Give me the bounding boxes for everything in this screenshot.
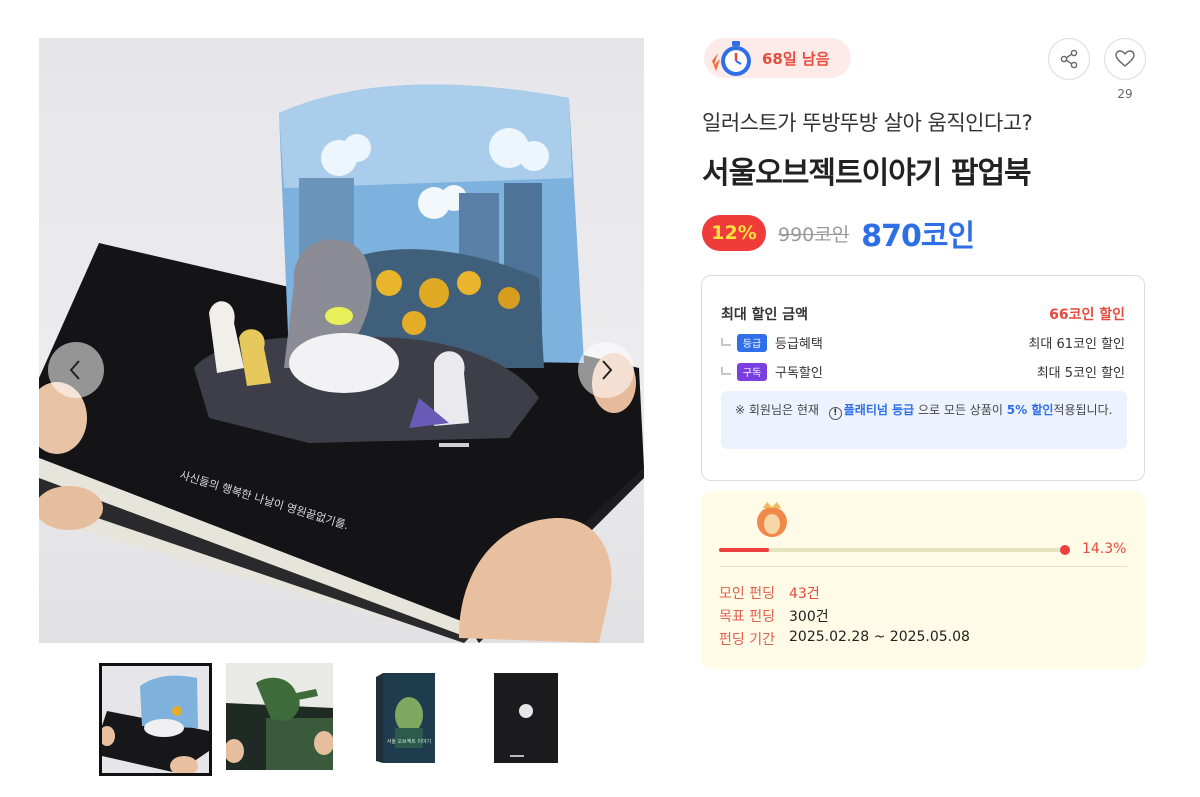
- prev-image-button[interactable]: [48, 342, 104, 398]
- funding-progress-track: [719, 548, 1067, 552]
- like-button[interactable]: [1104, 38, 1146, 80]
- like-count: 29: [1117, 87, 1133, 101]
- grade-discount-label: 등급혜택: [775, 337, 823, 352]
- grade-discount-value: 최대 61코인 할인: [1028, 337, 1125, 352]
- chevron-right-icon: [602, 360, 613, 380]
- membership-notice: ※ 회원님은 현재 ! 플래티넘 등급 으로 모든 상품이 5% 할인적용됩니다.: [721, 391, 1127, 449]
- funding-progress-fill: [719, 548, 769, 552]
- max-discount-label: 최대 할인 금액: [721, 307, 809, 323]
- notice-rate: 5% 할인: [1006, 403, 1054, 417]
- thumbnail-black-cover-image: [480, 663, 587, 770]
- goal-row: 목표 펀딩 300건: [719, 606, 829, 626]
- period-label: 펀딩 기간: [719, 632, 775, 648]
- funding-divider: [719, 566, 1127, 567]
- final-price: 870코인: [861, 219, 975, 254]
- funding-progress-percent: 14.3%: [1082, 541, 1127, 557]
- thumbnail-popup-book-image: [102, 666, 209, 773]
- grade-discount-row: 등급 등급혜택 최대 61코인 할인: [721, 333, 1125, 352]
- tree-corner-icon: [721, 366, 731, 375]
- share-button[interactable]: [1048, 38, 1090, 80]
- max-discount-value: 66코인 할인: [1049, 307, 1125, 323]
- raised-label: 모인 펀딩: [719, 586, 775, 602]
- period-value: 2025.02.28 ~ 2025.05.08: [789, 629, 970, 645]
- thumbnail-4[interactable]: [480, 663, 593, 776]
- subscription-discount-row: 구독 구독할인 최대 5코인 할인: [721, 362, 1125, 381]
- subscription-discount-label: 구독할인: [775, 366, 823, 381]
- deadline-label: 68일 남음: [762, 49, 830, 68]
- notice-suffix: 적용됩니다.: [1053, 403, 1113, 417]
- notice-grade: 플래티넘 등급: [843, 403, 915, 417]
- max-discount-row: 최대 할인 금액 66코인 할인: [721, 304, 1125, 324]
- character-avatar-icon: [757, 502, 787, 537]
- funding-status-box: 14.3% 모인 펀딩 43건 목표 펀딩 300건 펀딩 기간 2025.02…: [701, 491, 1145, 669]
- subscription-tag: 구독: [737, 362, 767, 381]
- thumbnail-cover-title: 서울 오브젝트 이야기: [387, 738, 432, 745]
- info-icon[interactable]: !: [828, 407, 842, 420]
- stopwatch-icon: [712, 41, 751, 76]
- grade-tag: 등급: [737, 333, 767, 352]
- share-icon: [1060, 49, 1078, 69]
- goal-label: 목표 펀딩: [719, 609, 775, 625]
- raised-row: 모인 펀딩 43건: [719, 583, 820, 603]
- thumbnail-dinosaur-image: [226, 663, 333, 770]
- discount-info-box: 최대 할인 금액 66코인 할인 등급 등급혜택 최대 61코인 할인 구독 구…: [701, 275, 1145, 481]
- heart-icon: [1115, 50, 1135, 67]
- deadline-badge: 68일 남음: [704, 38, 851, 78]
- raised-value: 43건: [789, 586, 820, 602]
- product-main-image: 사신들의 행복한 나날이 영원끝없기를.: [39, 38, 644, 643]
- popup-book-illustration: 사신들의 행복한 나날이 영원끝없기를.: [39, 84, 644, 643]
- discount-rate-badge: 12%: [702, 215, 766, 251]
- chevron-left-icon: [69, 360, 80, 380]
- product-title: 서울오브젝트이야기 팝업북: [702, 156, 1032, 191]
- product-subtitle: 일러스트가 뚜방뚜방 살아 움직인다고?: [702, 111, 1033, 135]
- thumbnail-book-cover-image: 서울 오브젝트 이야기: [353, 663, 460, 770]
- thumbnail-2[interactable]: [226, 663, 339, 776]
- next-image-button[interactable]: [578, 342, 634, 398]
- thumbnail-3[interactable]: 서울 오브젝트 이야기: [353, 663, 466, 776]
- notice-prefix: ※ 회원님은 현재: [735, 403, 819, 417]
- original-price: 990코인: [778, 223, 850, 246]
- price-row: 12% 990코인 870코인: [702, 212, 975, 254]
- thumbnail-1[interactable]: [99, 663, 212, 776]
- progress-end-dot: [1060, 545, 1070, 555]
- notice-middle: 으로 모든 상품이: [918, 403, 1003, 417]
- tree-corner-icon: [721, 337, 731, 346]
- goal-value: 300건: [789, 609, 829, 625]
- period-row: 펀딩 기간 2025.02.28 ~ 2025.05.08: [719, 629, 970, 649]
- subscription-discount-value: 최대 5코인 할인: [1036, 366, 1125, 381]
